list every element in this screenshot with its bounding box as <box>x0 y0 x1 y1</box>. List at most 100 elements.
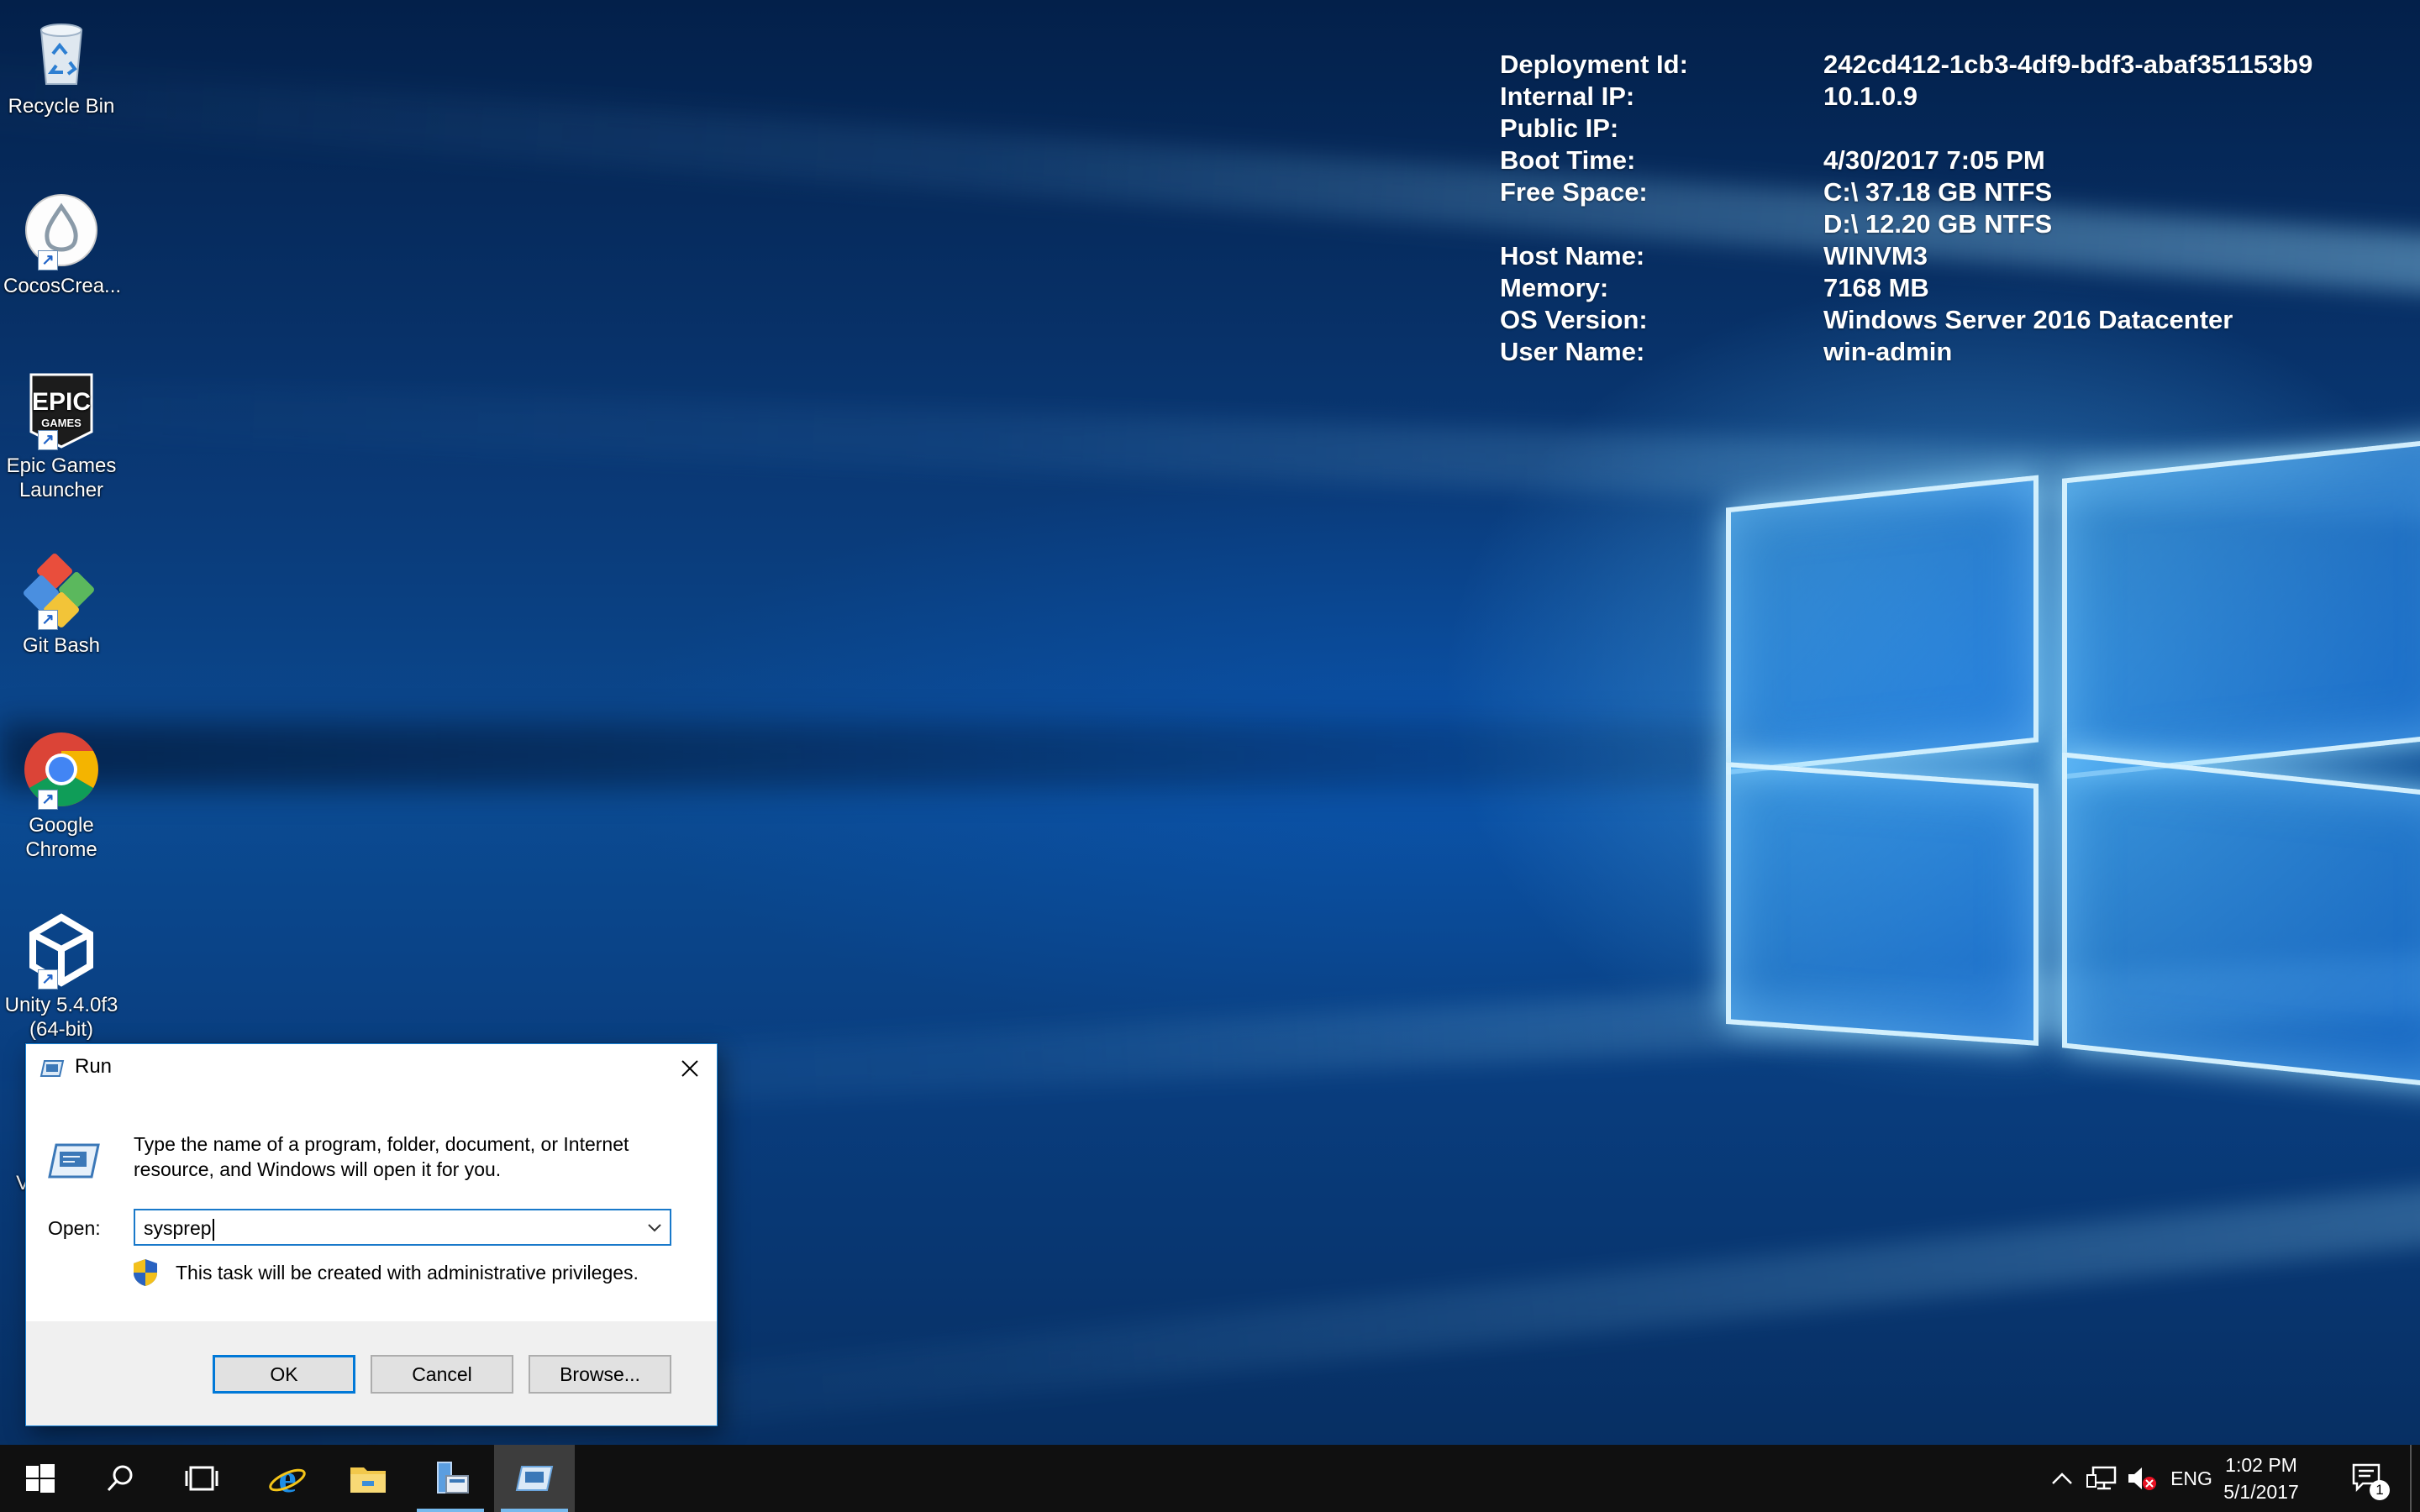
action-center-button[interactable]: 1 <box>2341 1445 2395 1512</box>
network-button[interactable] <box>2084 1445 2119 1512</box>
run-large-icon <box>46 1131 102 1187</box>
bginfo-value: D:\ 12.20 GB NTFS <box>1823 209 2053 239</box>
taskbar-internet-explorer[interactable]: e <box>247 1445 328 1512</box>
text-cursor <box>212 1218 214 1241</box>
run-dialog-footer: OK Cancel Browse... <box>26 1321 717 1425</box>
bginfo-row: Public IP: <box>1500 113 2312 144</box>
run-app-icon <box>39 1056 65 1081</box>
chrome-icon: ↗ <box>23 731 100 810</box>
bginfo-row: Internal IP: 10.1.0.9 <box>1500 81 2312 113</box>
bginfo-value: 7168 MB <box>1823 273 1929 302</box>
desktop-icon-label: CocosCrea... <box>3 275 122 297</box>
bginfo-value: C:\ 37.18 GB NTFS <box>1823 177 2053 207</box>
bginfo-row: D:\ 12.20 GB NTFS <box>1500 208 2312 240</box>
desktop-icon-epic-games[interactable]: EPIC GAMES ↗ Epic Games Launcher <box>3 371 119 502</box>
recycle-bin-icon <box>23 12 100 89</box>
bginfo-row: OS Version: Windows Server 2016 Datacente… <box>1500 304 2312 336</box>
chevron-up-icon <box>2052 1473 2072 1484</box>
bginfo-key: OS Version: <box>1500 305 1648 334</box>
clock-date: 5/1/2017 <box>2223 1481 2299 1503</box>
desktop-icon-label: Recycle Bin <box>8 95 115 118</box>
windows-logo-pane <box>1726 761 2039 1047</box>
open-label: Open: <box>48 1217 101 1239</box>
taskbar-run[interactable] <box>494 1445 575 1512</box>
notification-count-badge: 1 <box>2370 1480 2390 1500</box>
run-description: Type the name of a program, folder, docu… <box>134 1133 629 1180</box>
bginfo-key: Boot Time: <box>1500 145 1636 175</box>
desktop-icon-cocos-creator[interactable]: ↗ CocosCrea... <box>3 192 122 298</box>
bginfo-panel: Deployment Id: 242cd412-1cb3-4df9-bdf3-ab… <box>1500 49 2312 368</box>
open-input[interactable]: sysprep <box>144 1217 214 1241</box>
desktop-icon-git-bash[interactable]: ↗ Git Bash <box>3 551 119 658</box>
show-desktop-button[interactable] <box>2410 1445 2412 1512</box>
open-combobox[interactable]: sysprep <box>134 1209 671 1246</box>
chevron-down-icon[interactable] <box>644 1217 665 1237</box>
bginfo-value: win-admin <box>1823 337 1953 366</box>
git-bash-icon: ↗ <box>23 551 100 630</box>
shortcut-arrow-icon: ↗ <box>38 969 58 990</box>
bginfo-row: User Name: win-admin <box>1500 336 2312 368</box>
start-button[interactable] <box>0 1445 81 1512</box>
bginfo-row: Deployment Id: 242cd412-1cb3-4df9-bdf3-ab… <box>1500 49 2312 81</box>
volume-button[interactable] <box>2124 1445 2160 1512</box>
windows-logo-pane <box>1726 475 2039 775</box>
file-explorer-icon <box>350 1467 386 1493</box>
windows-start-icon <box>26 1464 55 1493</box>
search-button[interactable] <box>81 1445 161 1512</box>
windows-logo-pane <box>2062 437 2420 780</box>
server-manager-icon <box>437 1462 469 1494</box>
bginfo-row: Host Name: WINVM3 <box>1500 240 2312 272</box>
search-icon <box>107 1465 133 1492</box>
network-icon <box>2086 1466 2117 1490</box>
bginfo-key: Host Name: <box>1500 241 1645 270</box>
taskbar: e ENG 1:02 PM 5/1/2017 1 <box>0 1445 2420 1512</box>
bginfo-value: Windows Server 2016 Datacenter <box>1823 305 2233 334</box>
svg-text:EPIC: EPIC <box>32 388 91 416</box>
svg-text:e: e <box>278 1458 296 1499</box>
clock-button[interactable]: 1:02 PM 5/1/2017 <box>2215 1452 2307 1505</box>
desktop-icon-label: Epic Games Launcher <box>6 454 117 501</box>
bginfo-row: Memory: 7168 MB <box>1500 272 2312 304</box>
desktop-icon-label: Google Chrome <box>25 814 97 861</box>
desktop-icon-google-chrome[interactable]: ↗ Google Chrome <box>3 731 119 862</box>
bginfo-key: Deployment Id: <box>1500 50 1688 79</box>
admin-privileges-note: This task will be created with administr… <box>176 1262 639 1284</box>
bginfo-value: WINVM3 <box>1823 241 1928 270</box>
bginfo-key: Internal IP: <box>1500 81 1635 111</box>
run-dialog-titlebar[interactable]: Run <box>26 1044 717 1093</box>
run-dialog: Run Type the name of a program, folder, … <box>25 1043 718 1426</box>
open-input-text: sysprep <box>144 1217 212 1239</box>
task-view-icon <box>185 1466 218 1491</box>
svg-text:GAMES: GAMES <box>41 417 82 429</box>
volume-muted-icon <box>2128 1467 2156 1490</box>
desktop-icon-unity[interactable]: ↗ Unity 5.4.0f3 (64-bit) <box>3 911 119 1042</box>
shortcut-arrow-icon: ↗ <box>38 430 58 450</box>
close-button[interactable] <box>663 1044 717 1093</box>
cancel-button[interactable]: Cancel <box>371 1355 513 1394</box>
task-view-button[interactable] <box>161 1445 242 1512</box>
internet-explorer-icon: e <box>269 1458 306 1499</box>
input-language-button[interactable]: ENG <box>2166 1445 2217 1512</box>
bginfo-row: Free Space: C:\ 37.18 GB NTFS <box>1500 176 2312 208</box>
desktop-icon-recycle-bin[interactable]: Recycle Bin <box>3 12 119 118</box>
taskbar-server-manager[interactable] <box>410 1445 491 1512</box>
desktop-wallpaper: Recycle Bin ↗ CocosCrea... EPIC GAMES ↗ … <box>0 0 2420 1445</box>
bginfo-value: 242cd412-1cb3-4df9-bdf3-abaf351153b9 <box>1823 50 2313 79</box>
uac-shield-icon <box>132 1257 159 1288</box>
epic-games-icon: EPIC GAMES ↗ <box>23 371 100 450</box>
browse-button[interactable]: Browse... <box>529 1355 671 1394</box>
bginfo-value: 4/30/2017 7:05 PM <box>1823 145 2045 175</box>
run-icon <box>515 1466 554 1491</box>
ok-button[interactable]: OK <box>213 1355 355 1394</box>
bginfo-key: Public IP: <box>1500 113 1619 143</box>
shortcut-arrow-icon: ↗ <box>38 250 58 270</box>
bginfo-key: User Name: <box>1500 337 1645 366</box>
clock-time: 1:02 PM <box>2225 1454 2297 1476</box>
close-icon <box>681 1060 698 1077</box>
cocos-creator-icon: ↗ <box>23 192 100 270</box>
show-hidden-icons-button[interactable] <box>2045 1445 2079 1512</box>
taskbar-file-explorer[interactable] <box>328 1445 408 1512</box>
shortcut-arrow-icon: ↗ <box>38 790 58 810</box>
bginfo-key: Free Space: <box>1500 177 1648 207</box>
bginfo-key <box>1500 208 1823 240</box>
